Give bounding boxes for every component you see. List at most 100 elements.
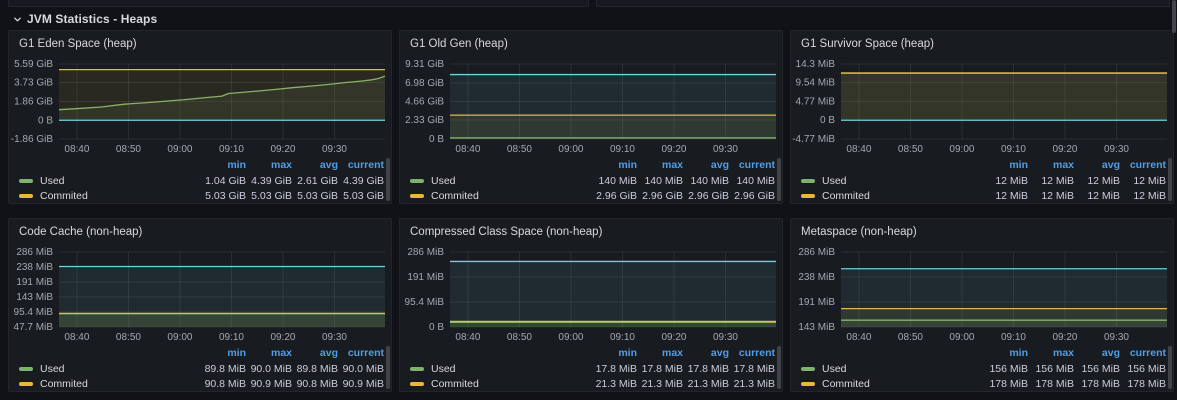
legend-scrollbar[interactable] [777,158,781,201]
legend-series-toggle[interactable]: Commited [19,378,200,390]
legend-row-used: Used 140 MiB 140 MiB 140 MiB 140 MiB [400,173,782,188]
y-axis-tick-label: 3.73 GiB [14,78,53,89]
legend-header-max[interactable]: max [1028,347,1074,359]
legend: min max avg current Used 156 MiB 156 MiB… [791,345,1173,391]
y-axis-tick-label: 191 MiB [407,272,444,283]
time-series-chart[interactable]: 286 MiB238 MiB191 MiB143 MiB08:4008:5009… [791,245,1173,345]
time-series-chart[interactable]: 14.3 MiB9.54 MiB4.77 MiB0 B-4.77 MiB08:4… [791,57,1173,157]
legend-header-avg[interactable]: avg [1074,347,1120,359]
section-header-jvm-statistics-heaps[interactable]: JVM Statistics - Heaps [13,10,157,28]
legend-header-current[interactable]: current [729,347,775,359]
x-axis-tick-label: 09:30 [322,332,347,343]
legend-value-min: 12 MiB [982,190,1028,202]
legend-series-toggle[interactable]: Used [801,175,982,187]
legend-value-avg: 21.3 MiB [683,378,729,390]
legend-row-used: Used 1.04 GiB 4.39 GiB 2.61 GiB 4.39 GiB [9,173,391,188]
page-scrollbar[interactable] [1172,0,1176,33]
legend-scrollbar[interactable] [1168,158,1172,201]
legend-header-max[interactable]: max [637,159,683,171]
panel-g1-eden-space-heap[interactable]: G1 Eden Space (heap) 5.59 GiB3.73 GiB1.8… [8,30,392,204]
legend-series-toggle[interactable]: Used [410,363,591,375]
panel-title[interactable]: Compressed Class Space (non-heap) [400,219,782,245]
legend-header-current[interactable]: current [729,159,775,171]
x-axis-tick-label: 09:30 [713,332,738,343]
legend-scrollbar[interactable] [386,346,390,389]
time-series-chart[interactable]: 286 MiB191 MiB95.4 MiB0 B08:4008:5009:00… [400,245,782,345]
legend-row-commited: Commited 178 MiB 178 MiB 178 MiB 178 MiB [791,376,1173,391]
legend-header-avg[interactable]: avg [1074,159,1120,171]
panel-compressed-class-space-non-heap[interactable]: Compressed Class Space (non-heap) 286 Mi… [399,218,783,392]
legend-header-avg[interactable]: avg [683,347,729,359]
legend-header-avg[interactable]: avg [683,159,729,171]
legend-header-current[interactable]: current [1120,159,1166,171]
time-series-chart[interactable]: 286 MiB238 MiB191 MiB143 MiB95.4 MiB47.7… [9,245,391,345]
panel-title[interactable]: Code Cache (non-heap) [9,219,391,245]
panel-code-cache-non-heap[interactable]: Code Cache (non-heap) 286 MiB238 MiB191 … [8,218,392,392]
legend-value-max: 90.9 MiB [246,378,292,390]
legend-value-min: 12 MiB [982,175,1028,187]
legend-value-current: 4.39 GiB [338,175,384,187]
panel-title[interactable]: G1 Survivor Space (heap) [791,31,1173,57]
legend-series-toggle[interactable]: Commited [410,190,591,202]
time-series-chart[interactable]: 5.59 GiB3.73 GiB1.86 GiB0 B-1.86 GiB08:4… [9,57,391,157]
legend-header-avg[interactable]: avg [292,159,338,171]
y-axis-tick-label: 9.54 MiB [796,78,836,89]
legend-value-max: 2.96 GiB [637,190,683,202]
legend-header-min[interactable]: min [591,159,637,171]
x-axis-tick-label: 09:10 [1001,332,1026,343]
legend-header-max[interactable]: max [1028,159,1074,171]
series-label: Used [822,175,847,187]
legend-header-current[interactable]: current [338,159,384,171]
legend-header-current[interactable]: current [1120,347,1166,359]
panel-partial-left[interactable] [8,0,589,7]
legend-series-toggle[interactable]: Commited [19,190,200,202]
legend-series-toggle[interactable]: Commited [410,378,591,390]
legend-series-toggle[interactable]: Used [19,175,200,187]
panel-title[interactable]: G1 Eden Space (heap) [9,31,391,57]
legend-header-max[interactable]: max [637,347,683,359]
legend-series-toggle[interactable]: Used [801,363,982,375]
x-axis-tick-label: 09:00 [949,144,974,155]
legend-scrollbar[interactable] [386,158,390,201]
panel-g1-old-gen-heap[interactable]: G1 Old Gen (heap) 9.31 GiB6.98 GiB4.66 G… [399,30,783,204]
legend-header-min[interactable]: min [591,347,637,359]
legend-value-max: 12 MiB [1028,175,1074,187]
legend-series-toggle[interactable]: Commited [801,190,982,202]
legend-header-max[interactable]: max [246,159,292,171]
x-axis-tick-label: 08:50 [507,332,532,343]
legend-header-max[interactable]: max [246,347,292,359]
panel-title[interactable]: Metaspace (non-heap) [791,219,1173,245]
legend-series-toggle[interactable]: Commited [801,378,982,390]
panel-metaspace-non-heap[interactable]: Metaspace (non-heap) 286 MiB238 MiB191 M… [790,218,1174,392]
x-axis-tick-label: 08:50 [898,332,923,343]
panel-title[interactable]: G1 Old Gen (heap) [400,31,782,57]
legend-header-avg[interactable]: avg [292,347,338,359]
legend-header-row: min max avg current [9,157,391,173]
y-axis-tick-label: 286 MiB [16,247,53,258]
panel-partial-right[interactable] [596,0,1170,7]
legend-value-min: 156 MiB [982,363,1028,375]
legend-value-current: 12 MiB [1120,190,1166,202]
y-axis-tick-label: 6.98 GiB [405,78,444,89]
x-axis-tick-label: 09:30 [1104,144,1129,155]
x-axis-tick-label: 08:40 [455,332,480,343]
legend: min max avg current Used 89.8 MiB 90.0 M… [9,345,391,391]
series-color-swatch-commited [801,382,815,386]
series-fill [59,266,385,327]
legend-value-current: 12 MiB [1120,175,1166,187]
legend-value-current: 5.03 GiB [338,190,384,202]
legend-value-current: 90.0 MiB [338,363,384,375]
panel-g1-survivor-space-heap[interactable]: G1 Survivor Space (heap) 14.3 MiB9.54 Mi… [790,30,1174,204]
legend-header-current[interactable]: current [338,347,384,359]
legend-header-min[interactable]: min [200,159,246,171]
legend-row-commited: Commited 12 MiB 12 MiB 12 MiB 12 MiB [791,188,1173,203]
legend-value-min: 21.3 MiB [591,378,637,390]
legend-header-min[interactable]: min [982,347,1028,359]
time-series-chart[interactable]: 9.31 GiB6.98 GiB4.66 GiB2.33 GiB0 B08:40… [400,57,782,157]
legend-header-min[interactable]: min [982,159,1028,171]
legend-series-toggle[interactable]: Used [19,363,200,375]
legend-scrollbar[interactable] [777,346,781,389]
legend-header-min[interactable]: min [200,347,246,359]
legend-series-toggle[interactable]: Used [410,175,591,187]
legend-scrollbar[interactable] [1168,346,1172,389]
